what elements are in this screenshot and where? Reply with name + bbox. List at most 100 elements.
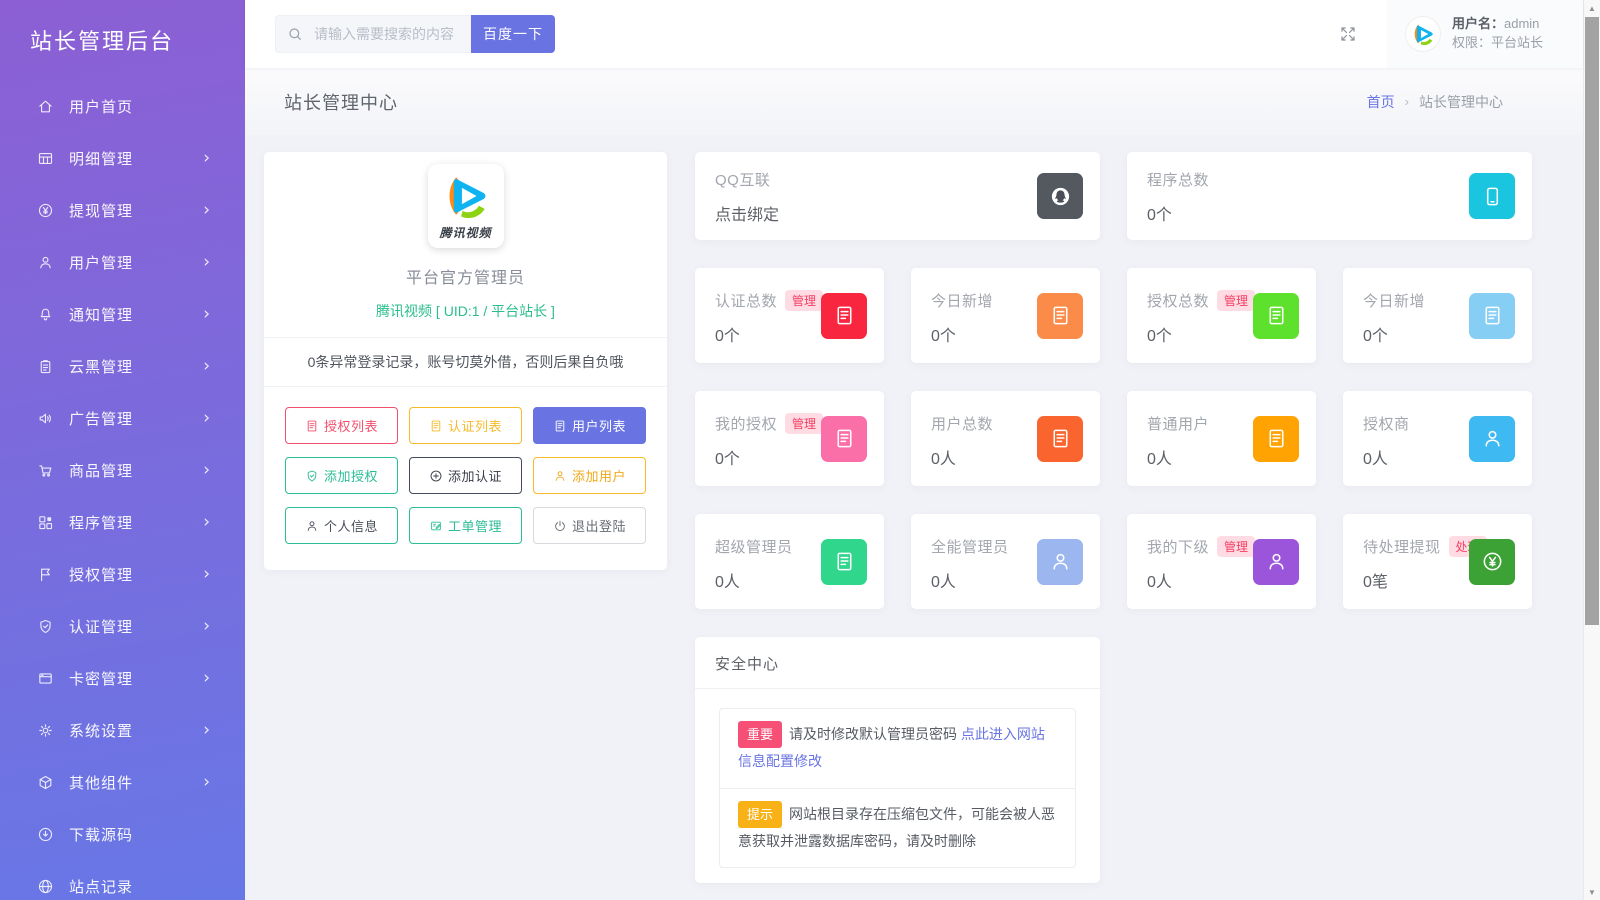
sidebar-item-home[interactable]: 用户首页 (0, 80, 245, 132)
scroll-down-arrow-icon[interactable]: ▼ (1584, 884, 1600, 900)
sidebar-item-goods[interactable]: 商品管理 › (0, 444, 245, 496)
page-scrollbar[interactable]: ▲ ▼ (1583, 0, 1600, 900)
stat-card-auth-today[interactable]: 今日新增 0个 (1343, 268, 1532, 363)
username-label: 用户名： (1452, 16, 1504, 31)
ticket-icon (429, 519, 443, 533)
sidebar-item-notice[interactable]: 通知管理 › (0, 288, 245, 340)
certification-list-button[interactable]: 认证列表 (409, 407, 522, 444)
button-label: 授权列表 (324, 416, 378, 435)
stat-card-program-total[interactable]: 程序总数 0个 (1127, 152, 1532, 240)
sidebar-item-label: 商品管理 (69, 460, 203, 481)
profile-card: 腾讯视频 平台官方管理员 腾讯视频 [ UID:1 / 平台站长 ] 0条异常登… (264, 152, 667, 570)
stat-card-my-subordinates[interactable]: 我的下级管理 0人 (1127, 514, 1316, 609)
personal-info-button[interactable]: 个人信息 (285, 507, 398, 544)
stat-label: 普通用户 (1147, 413, 1209, 434)
user-menu[interactable]: 用户名：admin 权限：平台站长 (1387, 0, 1583, 68)
stat-card-authorized-dealers[interactable]: 授权商 0人 (1343, 391, 1532, 486)
stat-card-my-auth[interactable]: 我的授权管理 0个 (695, 391, 884, 486)
file-icon (429, 419, 443, 433)
stat-label: 今日新增 (931, 290, 993, 311)
stat-card-auth-total[interactable]: 授权总数管理 0个 (1127, 268, 1316, 363)
sidebar-item-cloud-blacklist[interactable]: 云黑管理 › (0, 340, 245, 392)
phone-icon (1469, 173, 1515, 219)
qq-icon (1037, 173, 1083, 219)
stat-card-cert-today[interactable]: 今日新增 0个 (911, 268, 1100, 363)
admin-identity-link[interactable]: 腾讯视频 [ UID:1 / 平台站长 ] (264, 301, 667, 321)
stat-card-pending-withdrawals[interactable]: 待处理提现处理 0笔 (1343, 514, 1532, 609)
stat-card-super-admins[interactable]: 超级管理员 0人 (695, 514, 884, 609)
sidebar-item-label: 云黑管理 (69, 356, 203, 377)
flag-icon (37, 566, 54, 583)
manage-badge[interactable]: 管理 (785, 290, 823, 311)
add-authorization-button[interactable]: 添加授权 (285, 457, 398, 494)
breadcrumb: 首页 › 站长管理中心 (1367, 92, 1503, 112)
add-certification-button[interactable]: 添加认证 (409, 457, 522, 494)
manage-badge[interactable]: 管理 (1217, 290, 1255, 311)
baidu-search-button[interactable]: 百度一下 (471, 15, 555, 53)
scrollbar-thumb[interactable] (1585, 17, 1599, 625)
user-list-button[interactable]: 用户列表 (533, 407, 646, 444)
sidebar-item-system-settings[interactable]: 系统设置 › (0, 704, 245, 756)
yen-circle-icon (1469, 539, 1515, 585)
sidebar-item-detail[interactable]: 明细管理 › (0, 132, 245, 184)
gear-icon (37, 722, 54, 739)
add-user-button[interactable]: 添加用户 (533, 457, 646, 494)
search-input[interactable] (275, 15, 471, 53)
stat-card-normal-users[interactable]: 普通用户 0人 (1127, 391, 1316, 486)
sidebar-item-ads[interactable]: 广告管理 › (0, 392, 245, 444)
stat-label: 全能管理员 (931, 536, 1009, 557)
sidebar-item-cardkey[interactable]: 卡密管理 › (0, 652, 245, 704)
stat-card-user-total[interactable]: 用户总数 0人 (911, 391, 1100, 486)
globe-icon (37, 878, 54, 895)
stat-label: 超级管理员 (715, 536, 793, 557)
person-icon (1253, 539, 1299, 585)
alert-text: 网站根目录存在压缩包文件，可能会被人恶意获取并泄露数据库密码，请及时删除 (738, 806, 1055, 849)
button-label: 添加认证 (448, 466, 502, 485)
sidebar-item-withdraw[interactable]: 提现管理 › (0, 184, 245, 236)
stat-label: 我的授权 (715, 413, 777, 434)
scroll-up-arrow-icon[interactable]: ▲ (1584, 0, 1600, 16)
file-icon (553, 419, 567, 433)
stat-label: 授权商 (1363, 413, 1410, 434)
topbar: 百度一下 用户名：admin 权限：平台站长 (245, 0, 1583, 68)
file-icon (821, 416, 867, 462)
stat-label: 用户总数 (931, 413, 993, 434)
stat-label: 今日新增 (1363, 290, 1425, 311)
work-order-button[interactable]: 工单管理 (409, 507, 522, 544)
stat-card-qq-connect[interactable]: QQ互联 点击绑定 (695, 152, 1100, 240)
authorization-list-button[interactable]: 授权列表 (285, 407, 398, 444)
alert-text: 请及时修改默认管理员密码 (789, 726, 961, 742)
stat-label: QQ互联 (715, 169, 1080, 190)
security-alert-tip: 提示网站根目录存在压缩包文件，可能会被人恶意获取并泄露数据库密码，请及时删除 (720, 788, 1075, 868)
sidebar-item-authorization[interactable]: 授权管理 › (0, 548, 245, 600)
button-label: 添加用户 (572, 466, 626, 485)
clipboard-icon (37, 358, 54, 375)
profile-buttons: 授权列表 认证列表 用户列表 添加授权 添加认证 (264, 387, 667, 570)
button-label: 个人信息 (324, 516, 378, 535)
stat-card-cert-total[interactable]: 认证总数管理 0个 (695, 268, 884, 363)
chevron-right-icon: › (203, 670, 211, 687)
manage-badge[interactable]: 管理 (785, 413, 823, 434)
sidebar-item-site-log[interactable]: 站点记录 (0, 860, 245, 900)
chevron-right-icon: › (203, 774, 211, 791)
sidebar-item-label: 用户管理 (69, 252, 203, 273)
stat-value[interactable]: 点击绑定 (715, 201, 1080, 225)
sidebar-item-other-components[interactable]: 其他组件 › (0, 756, 245, 808)
sidebar-item-label: 授权管理 (69, 564, 203, 585)
breadcrumb-separator-icon: › (1405, 94, 1409, 109)
sidebar-item-program[interactable]: 程序管理 › (0, 496, 245, 548)
chevron-right-icon: › (203, 306, 211, 323)
logout-button[interactable]: 退出登陆 (533, 507, 646, 544)
stat-value: 0个 (1147, 201, 1512, 225)
file-icon (1253, 416, 1299, 462)
breadcrumb-home-link[interactable]: 首页 (1367, 92, 1395, 112)
stat-card-omni-admins[interactable]: 全能管理员 0人 (911, 514, 1100, 609)
fullscreen-icon[interactable] (1339, 25, 1357, 43)
sidebar-item-certification[interactable]: 认证管理 › (0, 600, 245, 652)
sidebar-item-download-source[interactable]: 下载源码 (0, 808, 245, 860)
username-line: 用户名：admin (1452, 15, 1543, 34)
download-icon (37, 826, 54, 843)
sidebar-item-user[interactable]: 用户管理 › (0, 236, 245, 288)
manage-badge[interactable]: 管理 (1217, 536, 1255, 557)
chevron-right-icon: › (203, 722, 211, 739)
